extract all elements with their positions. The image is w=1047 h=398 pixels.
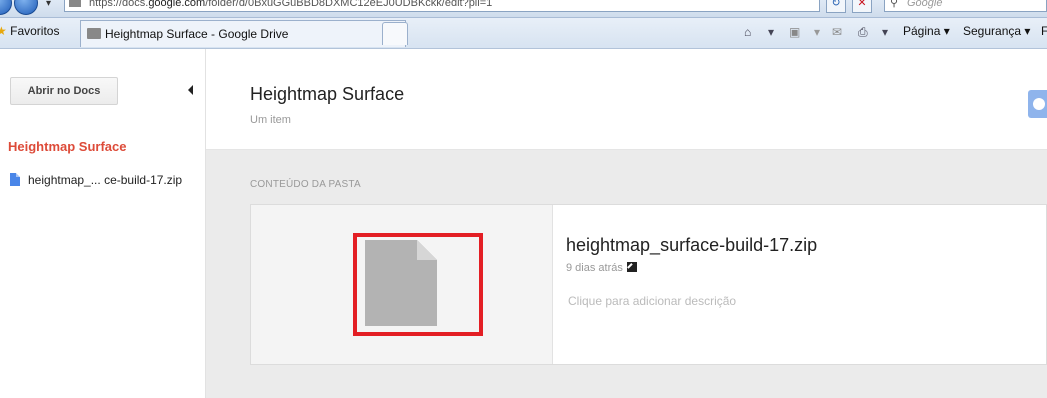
file-modified-text: 9 dias atrás bbox=[566, 262, 623, 274]
stop-icon[interactable]: ✕ bbox=[852, 0, 872, 13]
search-placeholder: Google bbox=[907, 0, 943, 9]
chevron-down-icon[interactable]: ▾ bbox=[814, 25, 820, 39]
page-icon bbox=[69, 0, 81, 7]
sidebar-file-label-start: heightmap_... bbox=[28, 173, 101, 187]
page-menu-label: Página bbox=[903, 24, 941, 38]
tab-title: Heightmap Surface - Google Drive bbox=[105, 27, 289, 41]
url-input[interactable]: https://docs.google.com/folder/d/0BxuGGu… bbox=[64, 0, 820, 12]
share-globe-icon[interactable] bbox=[1028, 90, 1047, 118]
nav-history-dropdown-icon[interactable]: ▾ bbox=[46, 0, 51, 9]
sidebar: Abrir no Docs Heightmap Surface heightma… bbox=[0, 49, 206, 398]
collapse-sidebar-icon[interactable] bbox=[188, 85, 193, 95]
safety-menu-label: Segurança bbox=[963, 24, 1022, 38]
favorites-label: Favoritos bbox=[10, 24, 60, 38]
page-menu[interactable]: Página ▾ bbox=[903, 24, 950, 38]
url-domain: google.com bbox=[148, 0, 206, 9]
star-icon: ★ bbox=[0, 24, 7, 38]
refresh-icon[interactable]: ↻ bbox=[826, 0, 846, 13]
open-in-docs-button[interactable]: Abrir no Docs bbox=[10, 77, 118, 105]
highlight-box bbox=[353, 233, 483, 336]
file-name[interactable]: heightmap_surface-build-17.zip bbox=[566, 235, 817, 256]
file-thumbnail[interactable] bbox=[251, 205, 553, 364]
home-icon[interactable]: ⌂ bbox=[744, 25, 751, 39]
item-count: Um item bbox=[250, 114, 291, 126]
forward-button[interactable] bbox=[14, 0, 38, 15]
file-icon bbox=[10, 173, 20, 186]
safety-menu[interactable]: Segurança ▾ bbox=[963, 24, 1030, 38]
edit-icon bbox=[626, 262, 637, 272]
folder-icon bbox=[87, 28, 101, 39]
chevron-down-icon[interactable]: ▾ bbox=[882, 25, 888, 39]
search-input[interactable]: ⚲ Google bbox=[884, 0, 1047, 12]
print-icon[interactable]: ⎙ bbox=[858, 25, 868, 40]
section-label: CONTEÚDO DA PASTA bbox=[250, 179, 361, 190]
favorites-button[interactable]: ★ Favoritos bbox=[0, 24, 59, 38]
file-modified: 9 dias atrás bbox=[566, 262, 637, 274]
search-icon: ⚲ bbox=[890, 0, 899, 9]
new-tab-button[interactable] bbox=[382, 22, 408, 45]
browser-tab[interactable]: Heightmap Surface - Google Drive bbox=[80, 20, 406, 47]
mail-icon[interactable]: ✉ bbox=[832, 25, 842, 39]
folder-header: Heightmap Surface Um item bbox=[206, 49, 1047, 150]
page-title: Heightmap Surface bbox=[250, 84, 405, 104]
tools-menu[interactable]: F bbox=[1041, 24, 1047, 38]
url-prefix: https://docs. bbox=[89, 0, 149, 9]
sidebar-file-label-end: ce-build-17.zip bbox=[104, 173, 183, 187]
sidebar-file-item[interactable]: heightmap_... ce-build-17.zip bbox=[10, 173, 182, 187]
folder-content: CONTEÚDO DA PASTA heightmap_surface-buil… bbox=[206, 150, 1047, 398]
address-bar: ▾ https://docs.google.com/folder/d/0BxuG… bbox=[0, 0, 1047, 18]
sidebar-folder-title[interactable]: Heightmap Surface bbox=[8, 139, 126, 154]
chevron-down-icon[interactable]: ▾ bbox=[768, 25, 774, 39]
url-path: /folder/d/0BxuGGuBBD8DXMC12eEJ0UDBKckk/e… bbox=[205, 0, 493, 9]
tab-bar: ★ Favoritos Heightmap Surface - Google D… bbox=[0, 18, 1047, 49]
feeds-icon[interactable]: ▣ bbox=[789, 25, 800, 39]
file-card[interactable]: heightmap_surface-build-17.zip 9 dias at… bbox=[250, 204, 1047, 365]
description-field[interactable]: Clique para adicionar descrição bbox=[568, 294, 736, 308]
back-button[interactable] bbox=[0, 0, 12, 15]
